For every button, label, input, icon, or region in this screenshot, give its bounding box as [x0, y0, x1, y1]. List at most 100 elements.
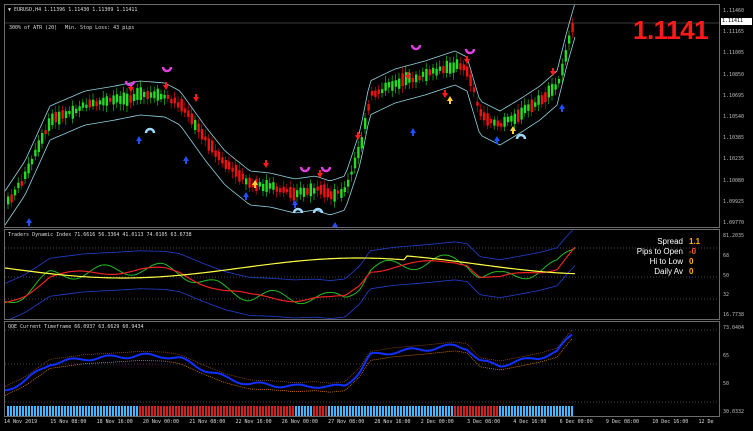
qqe-histogram-bar — [379, 406, 381, 416]
candle — [347, 179, 350, 187]
yellow-arrow-icon-stem — [254, 185, 256, 188]
candle — [17, 182, 20, 189]
qqe-histogram-bar — [28, 406, 30, 416]
candle — [95, 101, 98, 107]
candle — [367, 104, 370, 111]
big-price-display: 1.1141 — [633, 15, 709, 45]
candle — [75, 108, 78, 113]
qqe-histogram-bar — [271, 406, 273, 416]
tdi-pane[interactable]: Traders Dynamic Index 71.6616 56.3364 41… — [4, 229, 720, 320]
qqe-histogram-bar — [109, 406, 111, 416]
qqe-axis[interactable]: 73.0404 65 50 30.0332 — [721, 321, 753, 417]
axis-tick-label: 1.11165 — [723, 29, 745, 36]
candle — [360, 137, 363, 149]
candle — [289, 186, 292, 198]
qqe-histogram-bar — [169, 406, 171, 416]
buy-arrow-icon — [410, 128, 416, 133]
qqe-histogram-bar — [499, 406, 501, 416]
sell-arrow-icon — [163, 85, 169, 90]
candle — [302, 187, 306, 197]
qqe-histogram-bar — [550, 406, 552, 416]
time-tick-label: 12 De — [698, 419, 714, 425]
time-tick-label: 18 Nov 16:00 — [96, 419, 133, 425]
axis-tick-label: 30.0332 — [723, 409, 745, 415]
qqe-histogram-bar — [268, 406, 270, 416]
qqe-histogram-bar — [460, 406, 462, 416]
candle — [200, 129, 204, 140]
buy-arrow-icon-stem — [185, 161, 187, 164]
qqe-histogram-bar — [472, 406, 474, 416]
buy-arrow-icon-stem — [28, 223, 30, 226]
qqe-histogram-bar — [442, 406, 444, 416]
magenta-signal-icon — [410, 44, 422, 51]
price-axis[interactable]: 1.11460 1.11165 1.11005 1.10850 1.10695 1.105… — [721, 4, 753, 228]
candle — [160, 93, 163, 100]
candle — [44, 130, 47, 134]
candle — [340, 189, 343, 198]
axis-tick-label: 73.0404 — [723, 325, 745, 331]
info-value: -0 — [689, 247, 697, 256]
qqe-histogram-bar — [61, 406, 63, 416]
candle — [357, 147, 360, 159]
qqe-histogram-bar — [79, 406, 81, 416]
candle — [316, 186, 319, 191]
candle — [180, 98, 183, 112]
candle — [231, 167, 234, 172]
info-value: 0 — [689, 257, 694, 266]
candle — [81, 102, 85, 108]
candle — [268, 183, 272, 189]
qqe-histogram-bar — [481, 406, 483, 416]
qqe-histogram-bar — [184, 406, 186, 416]
candle — [452, 62, 455, 73]
candle — [197, 123, 200, 133]
qqe-histogram-bar — [319, 406, 321, 416]
axis-tick-label: 1.09925 — [723, 198, 745, 205]
candle — [51, 113, 54, 125]
candle — [510, 115, 513, 122]
qqe-histogram-bar — [508, 406, 510, 416]
qqe-histogram-bar — [349, 406, 351, 416]
blue-signal-icon — [515, 133, 527, 140]
sell-arrow-icon — [263, 163, 269, 168]
qqe-histogram-bar — [343, 406, 345, 416]
axis-tick-label: 1.09770 — [723, 220, 745, 226]
axis-tick-label: 1.10695 — [723, 92, 745, 99]
qqe-histogram-bar — [7, 406, 9, 416]
axis-tick-label: 1.10385 — [723, 135, 745, 142]
candle — [299, 187, 302, 195]
candle — [336, 190, 340, 194]
main-chart-pane[interactable]: ▼ EURUSD,H4 1.11396 1.11430 1.11309 1.11… — [4, 4, 720, 228]
candle — [85, 104, 88, 108]
qqe-histogram-bar — [46, 406, 48, 416]
tdi-axis[interactable]: 81.2035 68 50 32 16.7738 — [721, 229, 753, 320]
qqe-pane[interactable]: QQE Current Timeframe 66.0937 63.6629 60… — [4, 321, 720, 417]
qqe-histogram-bar — [91, 406, 93, 416]
buy-arrow-icon-stem — [412, 133, 414, 136]
candle — [476, 101, 479, 106]
qqe-histogram-bar — [454, 406, 456, 416]
candle — [472, 87, 476, 93]
axis-tick-label: 81.2035 — [723, 233, 745, 239]
qqe-histogram-bar — [172, 406, 174, 416]
candle — [88, 99, 91, 108]
qqe-histogram-bar — [52, 406, 54, 416]
info-value: 0 — [689, 267, 694, 276]
time-axis[interactable]: 14 Nov 2019 15 Nov 08:00 18 Nov 16:00 20 No… — [0, 417, 753, 431]
candle — [445, 60, 448, 73]
qqe-histogram-bar — [433, 406, 435, 416]
qqe-histogram-bar — [559, 406, 561, 416]
tdi-signal-line — [5, 246, 576, 304]
info-row-hi-to-low: Hi to Low 0 — [627, 257, 711, 267]
candle — [462, 64, 465, 71]
time-tick-label: 9 Dec 08:00 — [605, 419, 640, 425]
qqe-histogram-bar — [160, 406, 162, 416]
blue-signal-icon — [144, 127, 156, 134]
qqe-histogram-bar — [67, 406, 69, 416]
yellow-arrow-icon-stem — [512, 131, 514, 134]
qqe-histogram-bar — [487, 406, 489, 416]
buy-arrow-icon — [243, 192, 249, 197]
qqe-histogram-bar — [352, 406, 354, 416]
time-tick-label: 14 Nov 2019 — [4, 419, 38, 425]
info-panel: Spread 1.1 Pips to Open -0 Hi to Low 0 Dail… — [627, 237, 711, 277]
candle — [398, 78, 401, 89]
